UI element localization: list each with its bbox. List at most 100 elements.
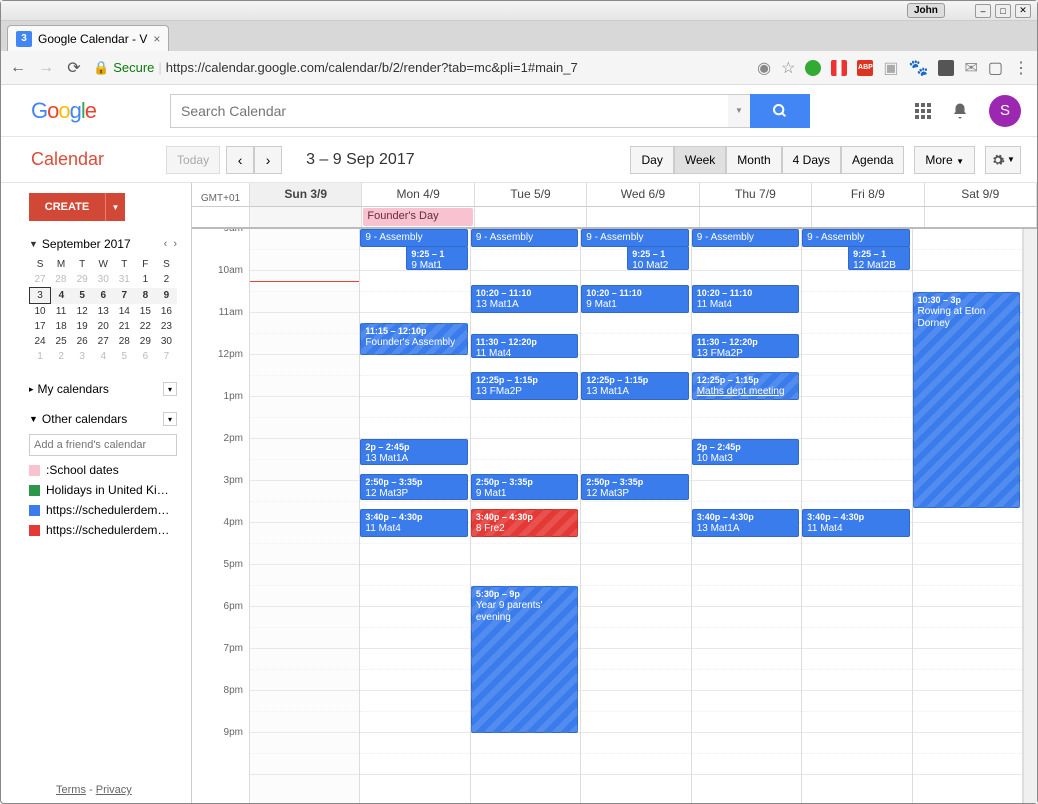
today-button[interactable]: Today	[166, 146, 220, 174]
other-calendars-toggle[interactable]: ▼ Other calendars ▾	[29, 408, 177, 430]
mini-cal-day[interactable]: 22	[135, 319, 156, 334]
mini-cal-next[interactable]: ›	[173, 238, 177, 250]
view-week-button[interactable]: Week	[674, 146, 726, 174]
day-header[interactable]: Wed 6/9	[587, 183, 699, 207]
maximize-button[interactable]: □	[995, 4, 1011, 18]
calendar-list-item[interactable]: https://schedulerdem…	[29, 520, 177, 540]
search-dropdown-icon[interactable]: ▼	[728, 94, 750, 128]
view-4days-button[interactable]: 4 Days	[782, 146, 841, 174]
calendar-event[interactable]: 2:50p – 3:35p12 Mat3P	[360, 474, 467, 500]
mini-cal-day[interactable]: 10	[30, 304, 51, 320]
day-column[interactable]: 9 - Assembly9:25 – 110 Mat210:20 – 11:10…	[581, 229, 691, 803]
mini-cal-day[interactable]: 11	[51, 304, 72, 320]
other-calendars-menu-icon[interactable]: ▾	[163, 412, 177, 426]
allday-cell[interactable]	[475, 207, 587, 227]
mini-cal-day[interactable]: 5	[114, 349, 135, 364]
day-column[interactable]: 9 - Assembly9:25 – 19 Mat111:15 – 12:10p…	[360, 229, 470, 803]
calendar-event[interactable]: 9:25 – 112 Mat2B	[848, 246, 909, 270]
view-month-button[interactable]: Month	[726, 146, 781, 174]
day-column[interactable]	[250, 229, 360, 803]
mini-cal-day[interactable]: 27	[30, 272, 51, 288]
calendar-event[interactable]: 3:40p – 4:30p11 Mat4	[360, 509, 467, 537]
calendar-event[interactable]: 2p – 2:45p10 Mat3	[692, 439, 799, 465]
day-column[interactable]: 9 - Assembly10:20 – 11:1011 Mat411:30 – …	[692, 229, 802, 803]
mini-cal-day[interactable]: 9	[156, 288, 177, 304]
search-input[interactable]	[170, 94, 728, 128]
mini-cal-day[interactable]: 8	[135, 288, 156, 304]
mini-cal-day[interactable]: 30	[93, 272, 114, 288]
add-friend-input[interactable]	[29, 434, 177, 456]
mini-cal-day[interactable]: 31	[114, 272, 135, 288]
day-header[interactable]: Sun 3/9	[250, 183, 362, 207]
close-window-button[interactable]: ✕	[1015, 4, 1031, 18]
calendar-event[interactable]: 9 - Assembly	[692, 229, 799, 247]
avatar[interactable]: S	[989, 95, 1021, 127]
reload-button[interactable]: ⟳	[65, 59, 83, 77]
allday-cell[interactable]	[700, 207, 812, 227]
view-day-button[interactable]: Day	[630, 146, 673, 174]
mini-cal-day[interactable]: 3	[72, 349, 93, 364]
calendar-list-item[interactable]: https://schedulerdem…	[29, 500, 177, 520]
browser-tab[interactable]: 3 Google Calendar - V ×	[7, 25, 169, 51]
mini-cal-day[interactable]: 17	[30, 319, 51, 334]
mini-cal-day[interactable]: 4	[93, 349, 114, 364]
mini-cal-day[interactable]: 7	[114, 288, 135, 304]
ext-flag-icon[interactable]	[831, 60, 847, 76]
mini-cal-day[interactable]: 2	[51, 349, 72, 364]
calendar-event[interactable]: 9 - Assembly	[581, 229, 688, 247]
mini-cal-day[interactable]: 19	[72, 319, 93, 334]
ext-gray-icon[interactable]: ▣	[883, 58, 898, 78]
calendar-event[interactable]: 11:30 – 12:20p11 Mat4	[471, 334, 578, 358]
calendar-event[interactable]: 9:25 – 19 Mat1	[406, 246, 467, 270]
apps-icon[interactable]	[915, 103, 931, 119]
calendar-list-item[interactable]: :School dates	[29, 460, 177, 480]
mini-cal-day[interactable]: 21	[114, 319, 135, 334]
mini-cal-day[interactable]: 16	[156, 304, 177, 320]
calendar-event[interactable]: 2:50p – 3:35p12 Mat3P	[581, 474, 688, 500]
ext-green-icon[interactable]	[805, 60, 821, 76]
day-header[interactable]: Tue 5/9	[475, 183, 587, 207]
cast-icon[interactable]: ▢	[988, 58, 1003, 78]
close-tab-icon[interactable]: ×	[153, 32, 160, 46]
allday-event[interactable]: Founder's Day	[363, 208, 472, 226]
my-calendars-toggle[interactable]: ▸ My calendars ▾	[29, 378, 177, 400]
mini-cal-day[interactable]: 6	[135, 349, 156, 364]
mini-cal-day[interactable]: 24	[30, 334, 51, 349]
create-dropdown-icon[interactable]: ▼	[105, 193, 125, 221]
back-button[interactable]: ←	[9, 59, 27, 77]
calendar-event[interactable]: 10:20 – 11:109 Mat1	[581, 285, 688, 313]
search-button[interactable]	[750, 94, 810, 128]
calendar-event[interactable]: 5:30p – 9pYear 9 parents' evening	[471, 586, 578, 733]
calendar-event[interactable]: 10:30 – 3pRowing at Eton Dorney	[913, 292, 1020, 508]
calendar-event[interactable]: 3:40p – 4:30p13 Mat1A	[692, 509, 799, 537]
mini-cal-day[interactable]: 29	[72, 272, 93, 288]
calendar-event[interactable]: 11:30 – 12:20p13 FMa2P	[692, 334, 799, 358]
calendar-event[interactable]: 12:25p – 1:15p13 FMa2P	[471, 372, 578, 400]
menu-icon[interactable]: ⋮	[1013, 58, 1029, 78]
ext-pin-icon[interactable]	[938, 60, 954, 76]
view-agenda-button[interactable]: Agenda	[841, 146, 904, 174]
allday-cell[interactable]	[925, 207, 1037, 227]
mini-cal-toggle-icon[interactable]: ▼	[29, 239, 38, 249]
day-column[interactable]: 9 - Assembly10:20 – 11:1013 Mat1A11:30 –…	[471, 229, 581, 803]
mini-cal-day[interactable]: 6	[93, 288, 114, 304]
mini-cal-day[interactable]: 29	[135, 334, 156, 349]
google-logo[interactable]: Google	[31, 98, 96, 124]
adblock-icon[interactable]: ABP	[857, 60, 873, 76]
my-calendars-menu-icon[interactable]: ▾	[163, 382, 177, 396]
calendar-event[interactable]: 12:25p – 1:15pMaths dept meeting	[692, 372, 799, 400]
calendar-event[interactable]: 12:25p – 1:15p13 Mat1A	[581, 372, 688, 400]
calendar-event[interactable]: 11:15 – 12:10pFounder's Assembly	[360, 323, 467, 355]
allday-cell[interactable]	[250, 207, 362, 227]
mini-cal-day[interactable]: 28	[114, 334, 135, 349]
day-header[interactable]: Mon 4/9	[362, 183, 474, 207]
calendar-event[interactable]: 3:40p – 4:30p11 Mat4	[802, 509, 909, 537]
calendar-event[interactable]: 9 - Assembly	[471, 229, 578, 247]
allday-cell[interactable]	[812, 207, 924, 227]
mini-cal-prev[interactable]: ‹	[164, 238, 168, 250]
calendar-list-item[interactable]: Holidays in United Ki…	[29, 480, 177, 500]
star-icon[interactable]: ☆	[781, 58, 795, 78]
day-column[interactable]: 10:30 – 3pRowing at Eton Dorney	[913, 229, 1023, 803]
privacy-link[interactable]: Privacy	[96, 784, 132, 796]
terms-link[interactable]: Terms	[56, 784, 86, 796]
